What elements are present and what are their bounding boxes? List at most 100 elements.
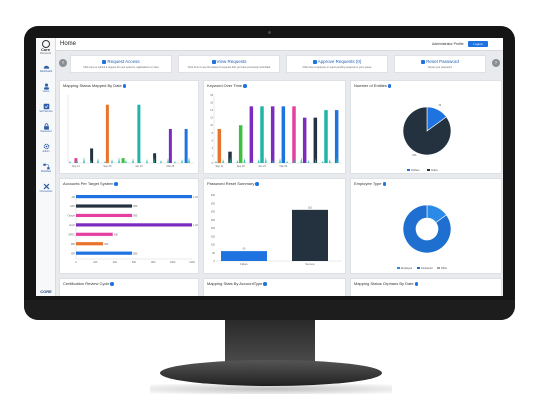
x-tick-label: 600 [132, 261, 137, 264]
dashboard-icon [43, 65, 49, 69]
slice-label: 264 [412, 154, 417, 157]
legend-label: Contractor [421, 267, 433, 270]
prev-arrow-icon[interactable]: ‹ [59, 59, 67, 67]
y-tick-label: SAP [70, 205, 75, 208]
info-icon[interactable] [110, 282, 114, 286]
sidebar-item-label: Dashboard [39, 70, 53, 73]
x-tick-label: Jan 23 [258, 165, 266, 168]
info-icon[interactable] [387, 84, 392, 88]
legend-label: Active [431, 169, 438, 172]
lock-icon [43, 123, 49, 130]
sidebar-item-password[interactable]: Password [36, 120, 56, 140]
approve-requests-card[interactable]: Approve Requests (0) Click here to appro… [286, 55, 388, 73]
legend-label: Other [441, 267, 447, 270]
bar [76, 213, 133, 218]
info-icon[interactable] [122, 84, 127, 88]
sidebar-item-users[interactable]: Users [36, 80, 56, 100]
legend-swatch [427, 169, 430, 171]
bar [313, 117, 318, 163]
value-label: 280 [104, 243, 109, 246]
bar [260, 106, 264, 163]
y-tick-label: Oracle [68, 215, 76, 218]
value-label: 580 [133, 252, 138, 255]
x-tick-label: 1200 [189, 261, 195, 264]
y-tick-label: 2 [212, 154, 214, 157]
binoculars-icon [211, 59, 216, 64]
x-tick-label: 0 [75, 261, 77, 264]
panel-password-reset: Password Reset Summary 400 350 300 250 200 15… [203, 178, 346, 274]
sidebar-item-connectors[interactable]: Connectors [36, 180, 56, 200]
bar [90, 148, 94, 163]
bar [184, 129, 188, 163]
y-tick-label: WD [71, 243, 75, 246]
checklist-icon [43, 103, 49, 110]
legend-swatch [417, 267, 420, 269]
monitor: Core Password Dashboard Users Self Servi… [0, 0, 543, 407]
y-tick-label: 0 [214, 260, 216, 263]
card-label: Reset Password [426, 59, 459, 64]
panel-mapping-status: Mapping Status Mapped By Date Sep 11 Sep … [59, 80, 199, 174]
sidebar-item-workflow[interactable]: Workflow [36, 160, 56, 180]
legend-swatch [407, 169, 410, 171]
logout-button[interactable]: Logout [468, 41, 488, 47]
panel-title: Password Reset Summary [207, 181, 255, 186]
sidebar-item-self-service[interactable]: Self Service [36, 100, 56, 120]
card-label: View Requests [216, 59, 247, 64]
panel-accounts-per-target: Accounts Per Target System 1,200 AD 580 SAP… [59, 178, 199, 274]
panel-title: Certification Review Cycle [63, 281, 110, 286]
card-sub: Click here to approve or reject pending … [302, 66, 372, 69]
monitor-stand-base [160, 360, 382, 386]
bar [168, 129, 172, 163]
chart-password-reset: 400 350 300 250 200 150 100 50 0 60 Failure 310 Succ… [211, 194, 342, 266]
y-tick-label: 350 [211, 202, 216, 205]
y-tick-label: 4 [212, 147, 214, 150]
info-icon[interactable] [114, 182, 118, 186]
bar [221, 251, 267, 261]
x-tick-label: Failure [240, 263, 248, 266]
x-tick-label: Sep 28 [237, 165, 246, 168]
bar [105, 104, 109, 163]
sidebar-item-dashboard[interactable]: Dashboard [36, 60, 56, 80]
sidebar-item-admin[interactable]: Admin [36, 140, 56, 160]
bar [281, 106, 286, 163]
bar [121, 158, 125, 163]
next-arrow-icon[interactable]: › [492, 59, 500, 67]
x-tick-label: Sep 11 [215, 165, 223, 168]
card-sub: Click here to see the status of requests… [187, 66, 271, 69]
info-icon[interactable] [243, 84, 247, 88]
monitor-icon [421, 59, 426, 64]
info-icon[interactable] [255, 182, 259, 186]
panel-title: Keyword Over Time [207, 83, 243, 88]
card-label: Approve Requests (0) [317, 59, 362, 64]
request-access-card[interactable]: Request Access Click here to submit a re… [70, 55, 172, 73]
bar [76, 195, 192, 199]
legend-swatch [397, 267, 400, 269]
footer-logo: CORE [40, 289, 52, 294]
panel-title: Mapping Status Mapped By Date [63, 83, 122, 88]
bar [76, 251, 133, 255]
camera-dot [268, 31, 271, 34]
bar [76, 223, 192, 227]
info-icon[interactable] [263, 282, 267, 286]
y-tick-label: 150 [211, 235, 216, 238]
reset-password-card[interactable]: Reset Password Reset your password [394, 55, 486, 73]
panel-mapping-by-account-type: Mapping Stats By AccountType [203, 278, 346, 296]
bar [76, 204, 133, 208]
x-tick-label: Mar 25 [279, 165, 287, 168]
y-tick-label: Exch [69, 224, 75, 227]
y-tick-label: 8 [212, 132, 214, 135]
chat-icon [102, 59, 107, 64]
x-tick-label: Sep 28 [103, 165, 112, 168]
monitor-stand-neck [225, 320, 315, 362]
panel-employee-type: Employee Type Employee Contractor Other [350, 178, 502, 274]
bar [238, 125, 243, 163]
profile-link[interactable]: Administrator Profile [432, 42, 464, 46]
info-icon[interactable] [414, 282, 419, 286]
screen: Core Password Dashboard Users Self Servi… [36, 38, 503, 296]
x-tick-label: 800 [151, 261, 156, 264]
info-icon[interactable] [382, 182, 386, 186]
baseline-area [68, 157, 194, 163]
bar [292, 106, 296, 163]
x-tick-label: Success [305, 263, 315, 266]
view-requests-card[interactable]: View Requests Click here to see the stat… [178, 55, 280, 73]
